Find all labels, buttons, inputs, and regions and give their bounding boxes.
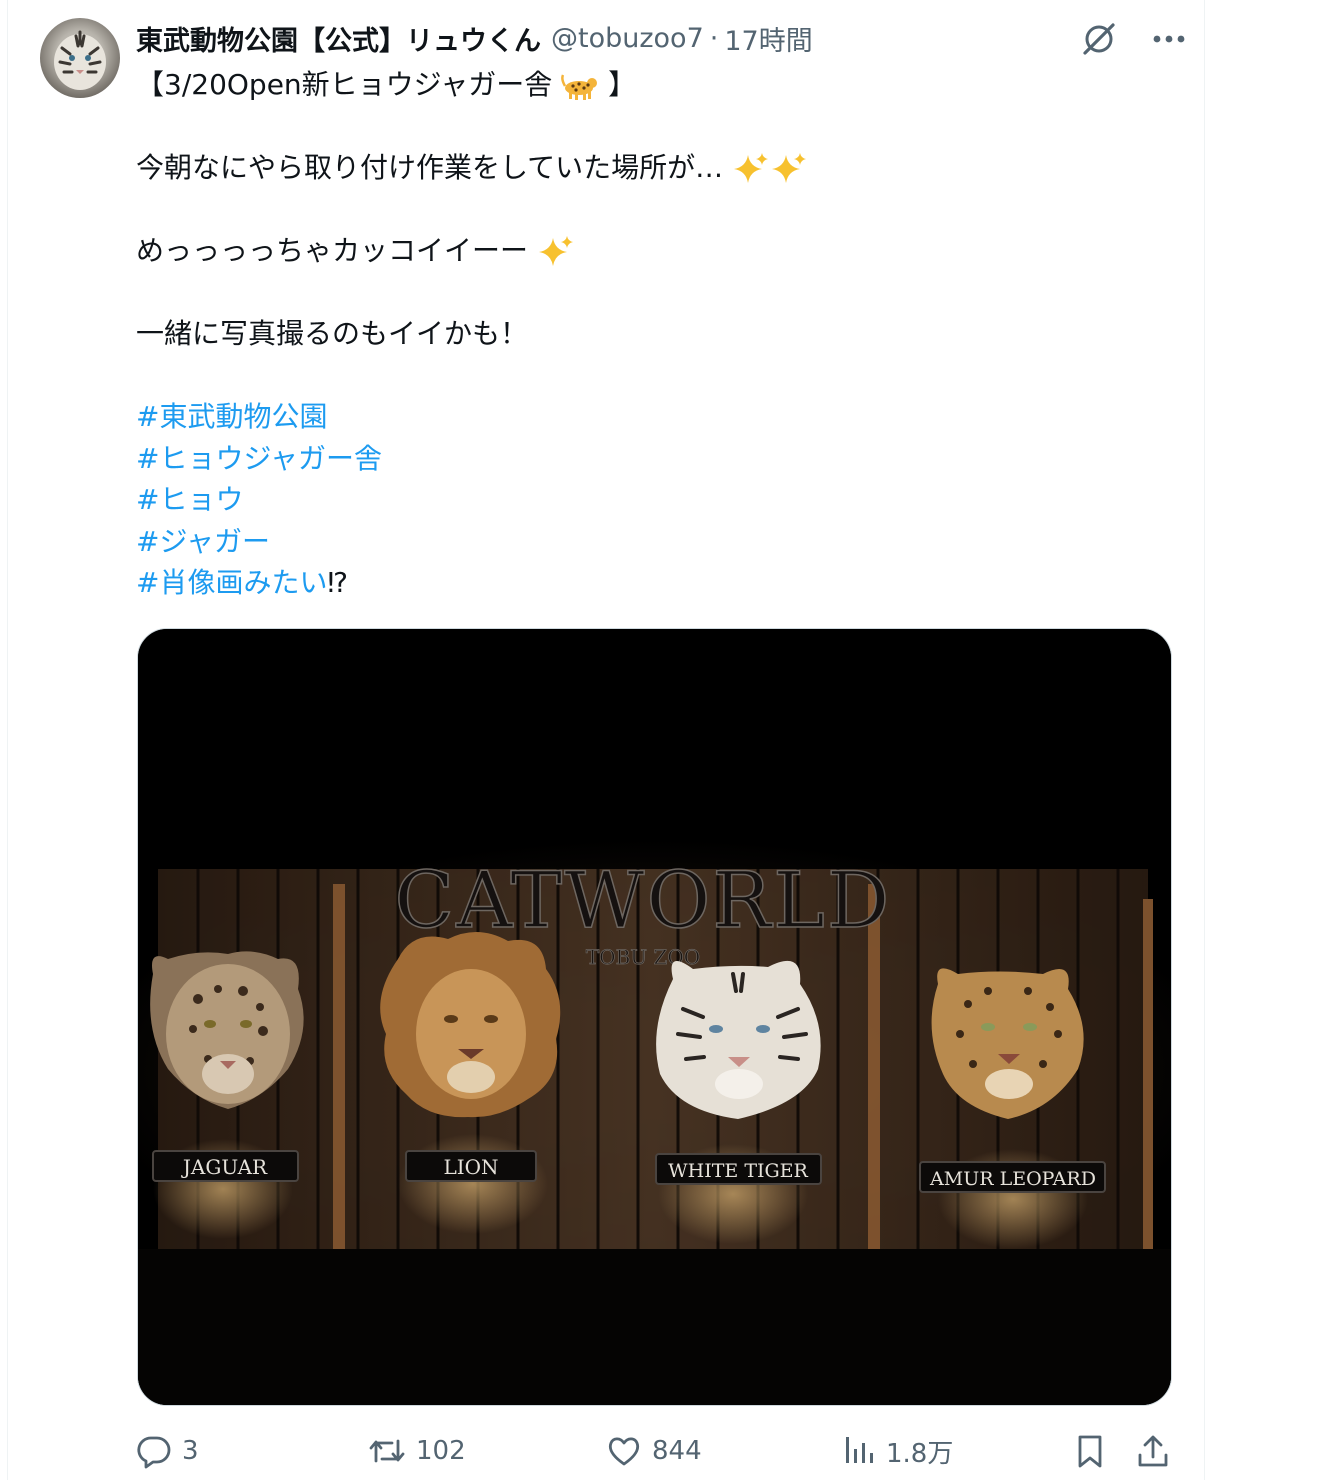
white-tiger-avatar-icon	[54, 30, 106, 90]
sparkles-emoji-icon	[772, 153, 807, 183]
retweet-button[interactable]: 102	[368, 1426, 466, 1476]
header-actions	[1078, 18, 1190, 60]
like-button[interactable]: 844	[606, 1426, 702, 1476]
grok-icon[interactable]	[1078, 18, 1120, 60]
share-button[interactable]	[1136, 1426, 1170, 1476]
tweet-line-1: 【3/20Open新ヒョウジャガー舎 】	[136, 64, 1176, 106]
plaque-white-tiger-label: WHITE TIGER	[668, 1160, 808, 1182]
tweet-line-4: 一緒に写真撮るのもイイかも！	[136, 317, 529, 350]
retweet-count: 102	[416, 1436, 466, 1466]
separator-dot: ·	[709, 22, 719, 54]
hashtag-link[interactable]: #ジャガー	[136, 525, 270, 558]
catworld-sign-photo: CATWORLD TOBU ZOO JAGUAR LION WHITE TIGE…	[138, 629, 1171, 1405]
tweet-header: 東武動物公園【公式】リュウくん @tobuzoo7 · 17時間	[136, 16, 813, 60]
interrobang-text: ⁉	[327, 566, 348, 599]
views-icon	[846, 1437, 873, 1463]
views-button[interactable]: 1.8万	[842, 1426, 953, 1476]
bookmark-icon	[1078, 1435, 1102, 1468]
leopard-emoji-icon	[561, 74, 598, 100]
reply-icon	[137, 1436, 171, 1469]
more-icon[interactable]	[1148, 18, 1190, 60]
tweet-photo[interactable]: CATWORLD TOBU ZOO JAGUAR LION WHITE TIGE…	[137, 628, 1172, 1406]
handle[interactable]: @tobuzoo7	[551, 23, 704, 54]
tweet-actions: 3 102 844 1.8万	[136, 1426, 1176, 1476]
reply-count: 3	[182, 1436, 199, 1466]
plaque-amur-leopard-label: AMUR LEOPARD	[929, 1168, 1096, 1190]
tweet-line-3: めっっっっちゃカッコイイーー	[136, 230, 1176, 272]
lion-portrait	[380, 931, 561, 1118]
timestamp[interactable]: 17時間	[724, 19, 812, 58]
column-border-right	[1204, 0, 1205, 1480]
hashtag-link[interactable]: #ヒョウジャガー舎	[136, 442, 382, 475]
tweet-text: 【3/20Open新ヒョウジャガー舎 】 今朝なにやら取り付け作業をしていた場所…	[136, 64, 1176, 604]
tweet-line-2: 今朝なにやら取り付け作業をしていた場所が…	[136, 147, 1176, 189]
avatar[interactable]	[40, 18, 120, 98]
hashtag-link[interactable]: #東武動物公園	[136, 400, 327, 433]
sparkles-emoji-icon	[734, 153, 769, 183]
share-icon	[1138, 1435, 1168, 1467]
like-count: 844	[652, 1436, 702, 1466]
hashtag-link[interactable]: #肖像画みたい	[136, 566, 327, 599]
plaque-jaguar-label: JAGUAR	[181, 1155, 268, 1179]
views-count: 1.8万	[886, 1438, 954, 1469]
white-tiger-portrait	[656, 960, 821, 1119]
plaque-lion-label: LION	[443, 1155, 498, 1179]
sparkles-emoji-icon	[538, 236, 573, 266]
bookmark-button[interactable]	[1074, 1426, 1106, 1476]
reply-button[interactable]: 3	[136, 1426, 199, 1476]
tweet-line-1-text: 【3/20Open新ヒョウジャガー舎	[136, 68, 553, 101]
tweet-line-2-text: 今朝なにやら取り付け作業をしていた場所が…	[136, 151, 724, 184]
retweet-icon	[369, 1439, 405, 1463]
column-border-left	[7, 0, 8, 1480]
tweet-line-1-suffix: 】	[608, 68, 637, 101]
tweet-line-3-text: めっっっっちゃカッコイイーー	[136, 234, 529, 267]
display-name[interactable]: 東武動物公園【公式】リュウくん	[136, 19, 541, 58]
hashtag-link[interactable]: #ヒョウ	[136, 483, 243, 516]
like-icon	[608, 1437, 640, 1466]
